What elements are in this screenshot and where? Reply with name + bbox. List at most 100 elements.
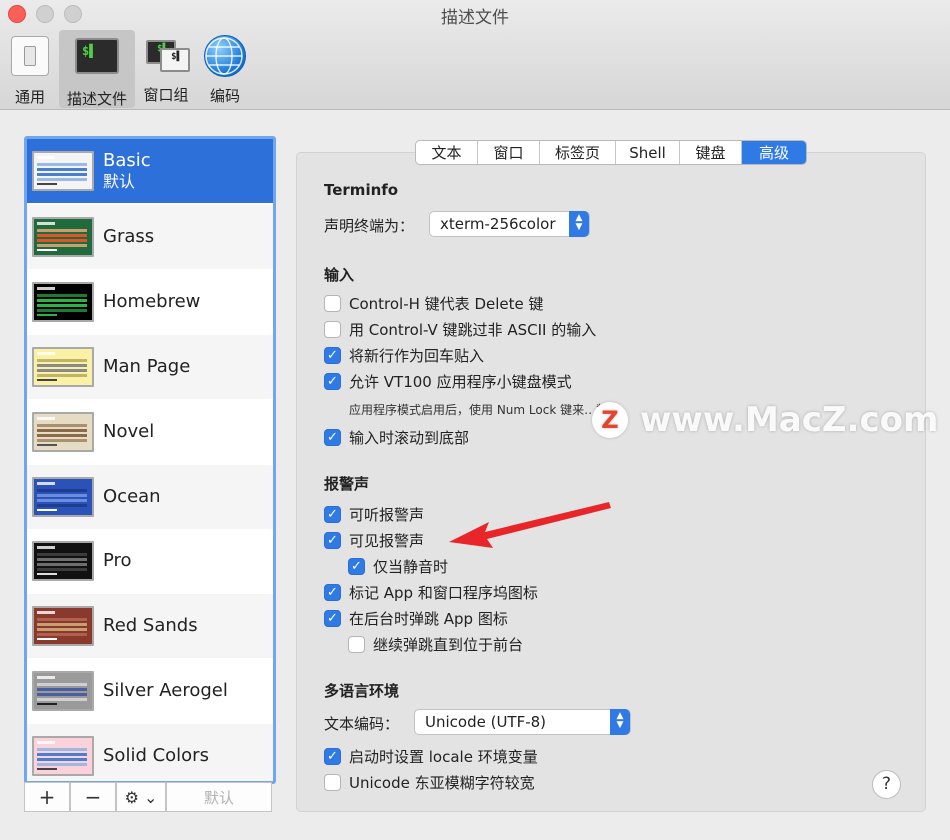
profile-row-ocean[interactable]: Ocean bbox=[27, 465, 273, 529]
toolbar-general-label: 通用 bbox=[14, 88, 45, 106]
thumbnail-mark bbox=[37, 163, 87, 166]
settings-tabs: 文本 窗口 标签页 Shell 键盘 高级 bbox=[415, 140, 807, 165]
tab-advanced[interactable]: 高级 bbox=[742, 141, 806, 164]
thumbnail-mark bbox=[37, 229, 87, 232]
profile-row-red-sands[interactable]: Red Sands bbox=[27, 594, 273, 658]
checkbox-box[interactable]: ✓ bbox=[324, 429, 341, 446]
toolbar-general[interactable]: 通用 bbox=[6, 30, 54, 108]
section-input-title: 输入 bbox=[324, 266, 355, 284]
window-group-icon-front: $▌ bbox=[160, 48, 190, 72]
watermark: Z www.MacZ.com bbox=[592, 400, 938, 440]
annotation-arrow-icon bbox=[449, 502, 611, 548]
tab-window[interactable]: 窗口 bbox=[478, 141, 540, 164]
profile-name: Man Page bbox=[103, 356, 191, 378]
checkbox-label: 可见报警声 bbox=[349, 532, 425, 550]
tab-keyboard[interactable]: 键盘 bbox=[680, 141, 742, 164]
thumbnail-mark bbox=[37, 618, 87, 621]
checkbox-visual-bell[interactable]: ✓ 可见报警声 bbox=[324, 530, 424, 551]
profile-thumbnail bbox=[32, 736, 94, 776]
checkbox-box[interactable] bbox=[324, 295, 341, 312]
thumbnail-mark bbox=[37, 611, 55, 614]
toolbar-profiles-label: 描述文件 bbox=[66, 90, 127, 108]
thumbnail-mark bbox=[37, 546, 55, 549]
tab-tab[interactable]: 标签页 bbox=[540, 141, 616, 164]
profile-row-pro[interactable]: Pro bbox=[27, 529, 273, 593]
thumbnail-mark bbox=[37, 703, 57, 705]
toolbar-encodings[interactable]: 编码 bbox=[200, 30, 250, 108]
checkbox-box[interactable] bbox=[324, 321, 341, 338]
title-toolbar: 描述文件 通用 $▌ 描述文件 $▌ $▌ 窗口组 bbox=[0, 0, 950, 110]
remove-profile-button[interactable]: − bbox=[70, 782, 116, 812]
text-encoding-popup[interactable]: Unicode (UTF-8) ▲ ▼ bbox=[414, 709, 631, 735]
checkbox-label: 输入时滚动到底部 bbox=[349, 429, 470, 447]
checkbox-badge-dock-icon[interactable]: ✓ 标记 App 和窗口程序坞图标 bbox=[324, 582, 538, 603]
checkbox-ctrl-h-delete[interactable]: Control-H 键代表 Delete 键 bbox=[324, 293, 544, 314]
thumbnail-mark bbox=[37, 294, 87, 297]
checkbox-box[interactable]: ✓ bbox=[324, 373, 341, 390]
checkbox-box[interactable]: ✓ bbox=[324, 506, 341, 523]
tab-text[interactable]: 文本 bbox=[416, 141, 478, 164]
thumbnail-mark bbox=[37, 628, 87, 631]
thumbnail-mark bbox=[37, 352, 55, 355]
set-default-button[interactable]: 默认 bbox=[166, 782, 272, 812]
checkbox-bounce-app-icon[interactable]: ✓ 在后台时弹跳 App 图标 bbox=[324, 608, 508, 629]
checkbox-set-locale[interactable]: ✓ 启动时设置 locale 环境变量 bbox=[324, 746, 538, 767]
thumbnail-mark bbox=[37, 183, 57, 185]
checkbox-label: 仅当静音时 bbox=[373, 558, 449, 576]
thumbnail-mark bbox=[37, 156, 55, 159]
toolbar-profiles[interactable]: $▌ 描述文件 bbox=[59, 30, 135, 108]
profile-default-label: 默认 bbox=[103, 172, 136, 192]
thumbnail-mark bbox=[37, 489, 87, 492]
thumbnail-mark bbox=[37, 504, 87, 507]
checkbox-box[interactable] bbox=[348, 636, 365, 653]
profile-thumbnail bbox=[32, 347, 94, 387]
profile-row-silver-aerogel[interactable]: Silver Aerogel bbox=[27, 659, 273, 723]
checkbox-box[interactable]: ✓ bbox=[324, 584, 341, 601]
checkbox-audible-bell[interactable]: ✓ 可听报警声 bbox=[324, 504, 424, 525]
checkbox-ctrl-v-escape[interactable]: 用 Control-V 键跳过非 ASCII 的输入 bbox=[324, 319, 596, 340]
profile-name: Red Sands bbox=[103, 615, 198, 637]
thumbnail-mark bbox=[37, 359, 87, 362]
terminal-type-popup[interactable]: xterm-256color ▲ ▼ bbox=[429, 211, 590, 237]
thumbnail-mark bbox=[37, 374, 87, 377]
checkbox-east-asian-wide[interactable]: Unicode 东亚模糊字符较宽 bbox=[324, 772, 535, 793]
profile-row-novel[interactable]: Novel bbox=[27, 400, 273, 464]
profile-row-basic[interactable]: Basic 默认 bbox=[27, 139, 273, 203]
thumbnail-mark bbox=[37, 758, 87, 761]
profile-action-menu[interactable]: ⚙︎ ⌄ bbox=[116, 782, 166, 812]
thumbnail-mark bbox=[37, 693, 87, 696]
checkbox-only-when-muted[interactable]: ✓ 仅当静音时 bbox=[348, 556, 448, 577]
checkbox-paste-newline[interactable]: ✓ 将新行作为回车贴入 bbox=[324, 345, 484, 366]
profile-thumbnail bbox=[32, 541, 94, 581]
checkbox-box[interactable]: ✓ bbox=[348, 558, 365, 575]
tab-shell[interactable]: Shell bbox=[616, 141, 680, 164]
thumbnail-mark bbox=[37, 417, 55, 420]
checkbox-vt100-keypad[interactable]: ✓ 允许 VT100 应用程序小键盘模式 bbox=[324, 371, 572, 392]
thumbnail-mark bbox=[37, 434, 87, 437]
thumbnail-mark bbox=[37, 249, 57, 251]
help-button[interactable]: ? bbox=[872, 770, 901, 799]
checkbox-scroll-bottom[interactable]: ✓ 输入时滚动到底部 bbox=[324, 427, 469, 448]
checkbox-keep-bouncing[interactable]: 继续弹跳直到位于前台 bbox=[348, 634, 523, 655]
profile-row-grass[interactable]: Grass bbox=[27, 205, 273, 269]
add-profile-button[interactable]: + bbox=[24, 782, 70, 812]
checkbox-box[interactable]: ✓ bbox=[324, 610, 341, 627]
checkbox-label: 可听报警声 bbox=[349, 506, 425, 524]
general-switch-icon bbox=[11, 36, 49, 76]
keypad-note: 应用程序模式启用后，使用 Num Lock 键来…数字。 bbox=[349, 403, 633, 417]
thumbnail-mark bbox=[37, 638, 57, 640]
text-encoding-value: Unicode (UTF-8) bbox=[425, 713, 547, 731]
profile-row-man-page[interactable]: Man Page bbox=[27, 335, 273, 399]
profile-row-solid-colors[interactable]: Solid Colors bbox=[27, 724, 273, 781]
toolbar-window-groups[interactable]: $▌ $▌ 窗口组 bbox=[138, 30, 194, 108]
checkbox-box[interactable]: ✓ bbox=[324, 532, 341, 549]
profile-row-homebrew[interactable]: Homebrew bbox=[27, 270, 273, 334]
section-bell-title: 报警声 bbox=[324, 475, 370, 493]
profiles-list[interactable]: Basic 默认 Grass Homebrew Man Page Novel O… bbox=[24, 136, 276, 784]
checkbox-box[interactable]: ✓ bbox=[324, 347, 341, 364]
thumbnail-mark bbox=[37, 568, 87, 571]
thumbnail-mark bbox=[37, 287, 55, 290]
thumbnail-mark bbox=[37, 379, 57, 381]
checkbox-box[interactable] bbox=[324, 774, 341, 791]
checkbox-box[interactable]: ✓ bbox=[324, 748, 341, 765]
